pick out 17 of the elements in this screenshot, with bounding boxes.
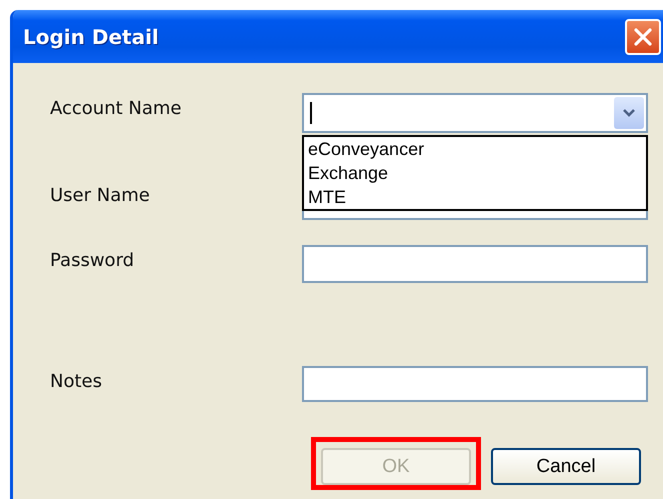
window-title: Login Detail (23, 24, 160, 48)
account-dropdown[interactable] (302, 93, 648, 133)
text-cursor (310, 102, 312, 124)
input-field[interactable] (302, 366, 648, 402)
dropdown-option[interactable]: MTE (308, 185, 646, 209)
close-icon (633, 26, 653, 46)
dropdown-option[interactable]: Exchange (308, 161, 646, 185)
dropdown-button[interactable] (614, 97, 644, 129)
password-field[interactable] (302, 245, 648, 283)
field-label: User Name (50, 184, 151, 206)
dialog-button[interactable]: Cancel (491, 448, 641, 485)
field-label: Password (50, 249, 136, 271)
field-label: Account Name (50, 97, 183, 119)
dropdown-option[interactable]: eConveyancer (308, 137, 646, 161)
field-label: Notes (50, 370, 103, 392)
close-button[interactable] (625, 18, 661, 54)
chevron-down-icon (622, 108, 636, 118)
